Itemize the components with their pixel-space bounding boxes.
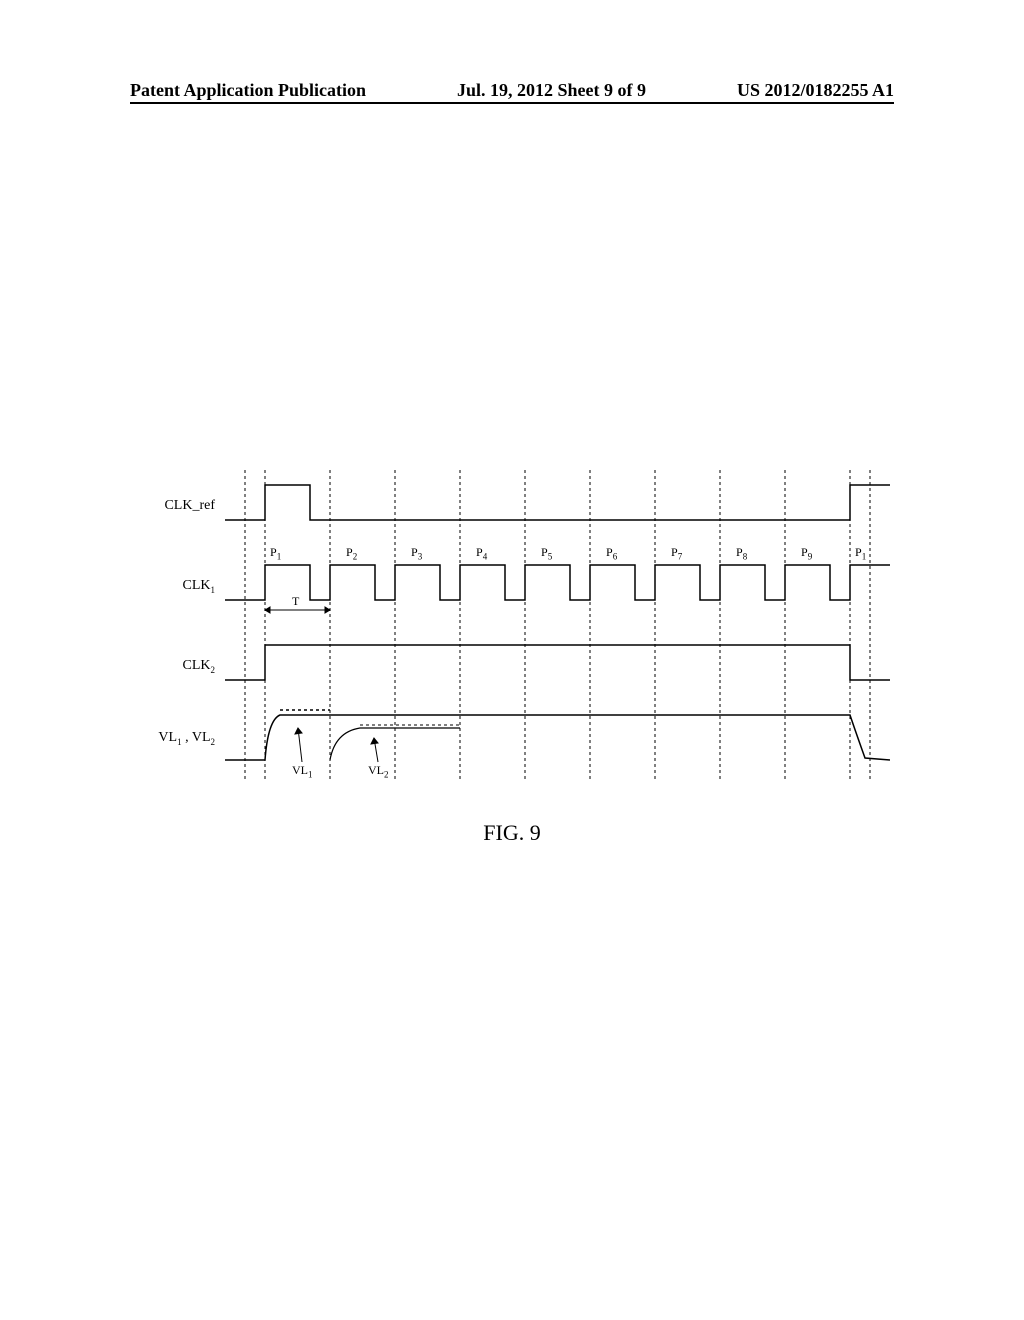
label-vl2-pointer: VL2 [368, 763, 389, 779]
label-p1-end: P1 [855, 545, 866, 561]
label-p1: P1 [270, 545, 281, 561]
header-right: US 2012/0182255 A1 [737, 80, 894, 101]
label-p3: P3 [411, 545, 422, 561]
label-p2: P2 [346, 545, 357, 561]
label-t: T [292, 594, 299, 609]
timing-diagram: CLK_ref CLK1 CLK2 VL1 , VL2 P1 P2 P3 P4 … [130, 470, 890, 790]
label-clk-ref: CLK_ref [125, 498, 215, 514]
label-vl: VL1 , VL2 [125, 730, 215, 747]
header-center: Jul. 19, 2012 Sheet 9 of 9 [457, 80, 646, 101]
label-p9: P9 [801, 545, 812, 561]
label-clk1: CLK1 [125, 578, 215, 595]
header-left: Patent Application Publication [130, 80, 366, 101]
label-p8: P8 [736, 545, 747, 561]
label-clk2: CLK2 [125, 658, 215, 675]
label-p5: P5 [541, 545, 552, 561]
label-p7: P7 [671, 545, 682, 561]
figure-caption: FIG. 9 [0, 820, 1024, 846]
header-rule [130, 102, 894, 104]
label-vl1-pointer: VL1 [292, 763, 313, 779]
waveform-svg [130, 470, 890, 810]
label-p6: P6 [606, 545, 617, 561]
label-p4: P4 [476, 545, 487, 561]
